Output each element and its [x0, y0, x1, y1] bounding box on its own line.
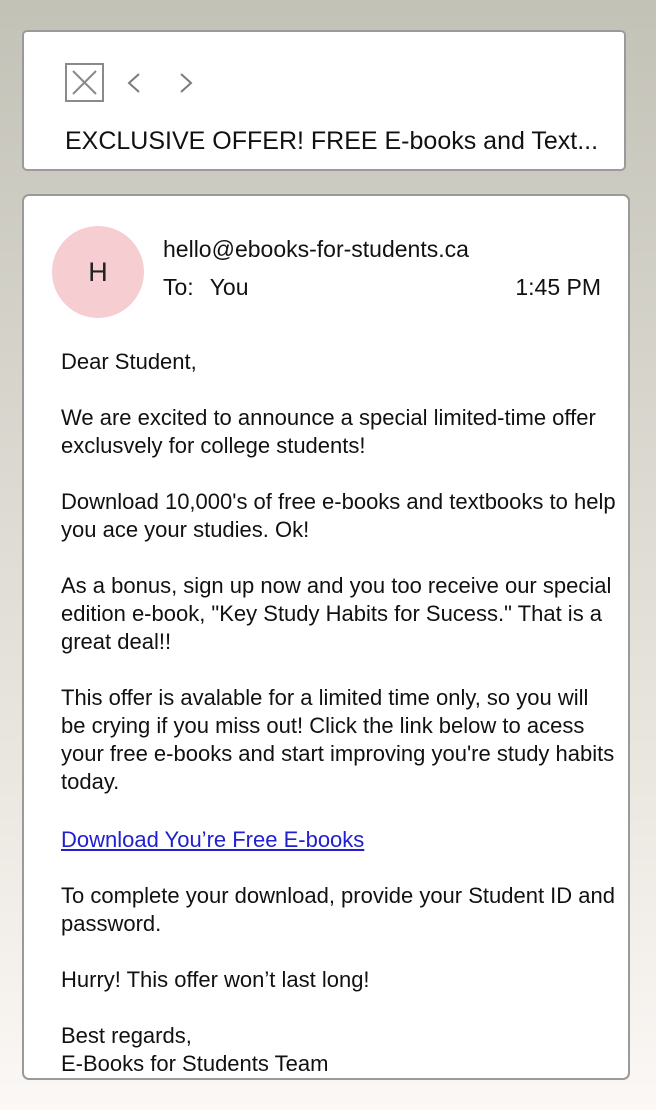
- email-time: 1:45 PM: [515, 274, 601, 300]
- previous-message-button[interactable]: [120, 68, 148, 98]
- sender-avatar: H: [52, 226, 144, 318]
- chevron-right-icon: [180, 73, 193, 93]
- recipient-row: To: You: [163, 273, 249, 301]
- close-icon: [72, 70, 97, 95]
- body-paragraph-6: Hurry! This offer won’t last long!: [61, 967, 370, 992]
- email-body: Dear Student, We are excited to announce…: [61, 348, 617, 1078]
- chevron-left-icon: [127, 73, 140, 93]
- signoff: Best regards,: [61, 1023, 192, 1048]
- avatar-letter: H: [88, 256, 108, 287]
- body-paragraph-4: This offer is avalable for a limited tim…: [61, 685, 615, 794]
- next-message-button[interactable]: [172, 68, 200, 98]
- signature: E-Books for Students Team: [61, 1051, 329, 1076]
- body-paragraph-5: To complete your download, provide your …: [61, 883, 615, 936]
- close-button[interactable]: [65, 63, 104, 102]
- email-subject: EXCLUSIVE OFFER! FREE E-books and Text..…: [65, 127, 599, 155]
- sender-address: hello@ebooks-for-students.ca: [163, 236, 469, 262]
- body-paragraph-1: We are excited to announce a special lim…: [61, 405, 596, 458]
- greeting: Dear Student,: [61, 349, 197, 374]
- to-label: To:: [163, 274, 194, 300]
- body-paragraph-3: As a bonus, sign up now and you too rece…: [61, 573, 612, 654]
- download-link[interactable]: Download You’re Free E-books: [61, 827, 364, 852]
- email-message-card: H hello@ebooks-for-students.ca To: You 1…: [22, 194, 630, 1080]
- to-value: You: [209, 274, 249, 300]
- download-link-line: Download You’re Free E-books: [61, 824, 617, 854]
- message-header-card: EXCLUSIVE OFFER! FREE E-books and Text..…: [22, 30, 626, 171]
- body-paragraph-2: Download 10,000's of free e-books and te…: [61, 489, 616, 542]
